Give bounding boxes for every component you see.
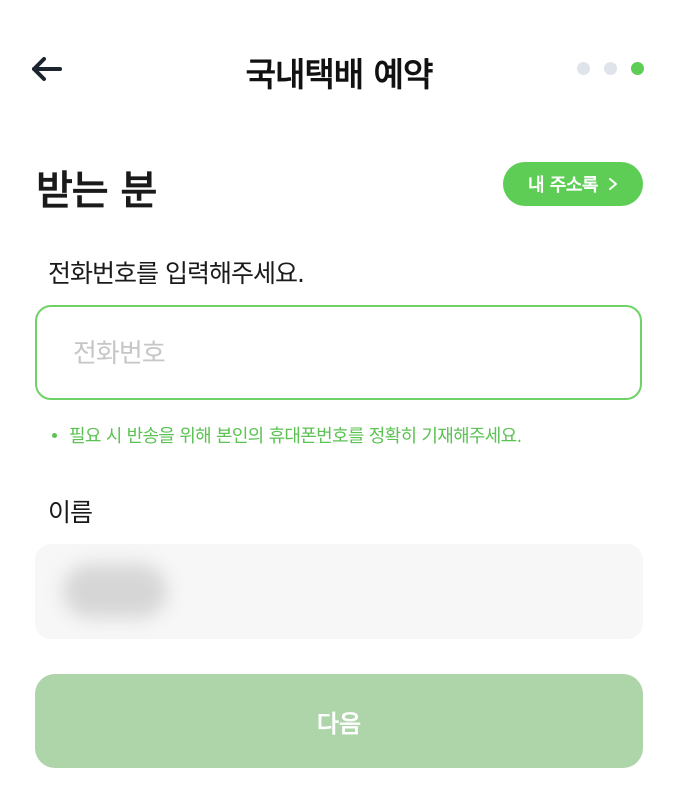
bullet-icon (52, 432, 57, 438)
booking-page: 국내택배 예약 받는 분 내 주소록 전화번호를 입력해주세요. 필요 시 반송… (0, 0, 678, 800)
recipient-title: 받는 분 (36, 168, 157, 214)
phone-label: 전화번호를 입력해주세요. (48, 259, 305, 288)
step-dot-3-active (631, 62, 644, 75)
header: 국내택배 예약 (0, 40, 678, 98)
step-dot-1 (577, 62, 590, 75)
step-dot-2 (604, 62, 617, 75)
address-book-label: 내 주소록 (527, 175, 599, 196)
name-field[interactable] (35, 544, 643, 639)
next-button[interactable]: 다음 (35, 674, 643, 768)
phone-hint-text: 필요 시 반송을 위해 본인의 휴대폰번호를 정확히 기재해주세요. (69, 426, 522, 447)
phone-input[interactable] (71, 307, 615, 400)
address-book-button[interactable]: 내 주소록 (503, 162, 643, 206)
phone-hint: 필요 시 반송을 위해 본인의 휴대폰번호를 정확히 기재해주세요. (52, 422, 522, 448)
step-indicator (577, 62, 644, 75)
name-value-blurred (63, 564, 167, 618)
name-label: 이름 (48, 498, 93, 527)
phone-field (35, 305, 642, 400)
chevron-right-icon (609, 178, 617, 190)
